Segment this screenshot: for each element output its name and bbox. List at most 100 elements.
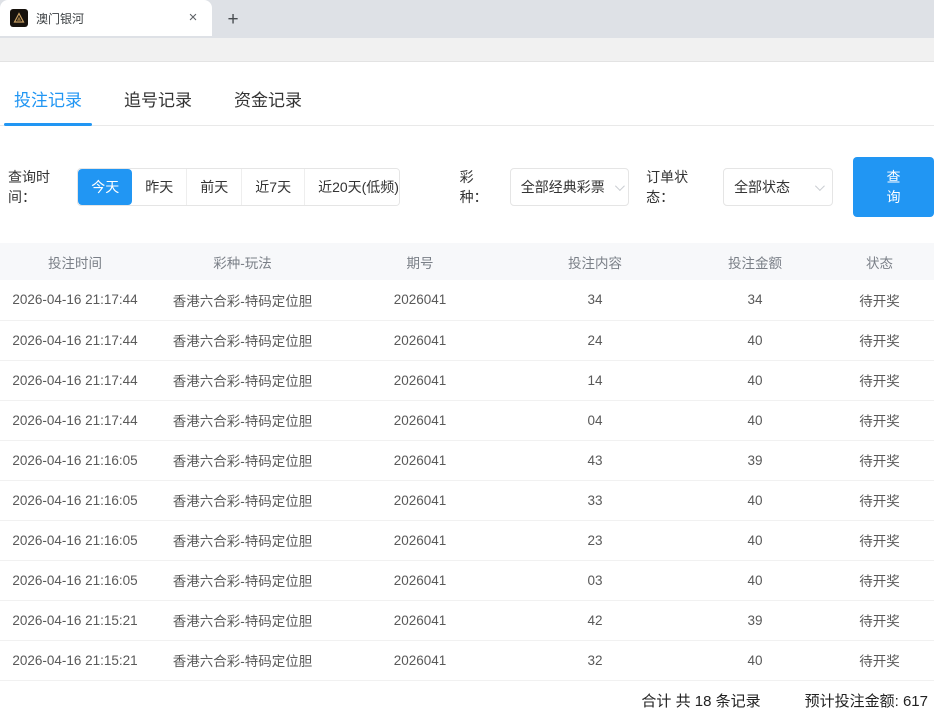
- cell-lottery-play: 香港六合彩-特码定位胆: [150, 640, 335, 680]
- order-status-label: 订单状态：: [646, 167, 713, 207]
- cell-lottery-play: 香港六合彩-特码定位胆: [150, 400, 335, 440]
- cell-bet-amount: 40: [685, 360, 825, 400]
- cell-status: 待开奖: [825, 360, 934, 400]
- cell-bet-content: 24: [505, 320, 685, 360]
- cell-bet-content: 43: [505, 440, 685, 480]
- cell-bet-time: 2026-04-16 21:17:44: [0, 280, 150, 320]
- bet-records-table: 投注时间 彩种-玩法 期号 投注内容 投注金额 状态 2026-04-16 21…: [0, 243, 934, 681]
- chevron-down-icon: [815, 181, 825, 191]
- cell-bet-content: 03: [505, 560, 685, 600]
- estimated-amount-text: 预计投注金额: 617: [805, 690, 928, 711]
- time-option-today[interactable]: 今天: [78, 169, 132, 205]
- header-bet-time: 投注时间: [0, 243, 150, 280]
- cell-issue-no: 2026041: [335, 400, 505, 440]
- browser-tab[interactable]: 澳门银河 ×: [0, 0, 212, 36]
- order-status-value: 全部状态: [734, 177, 790, 197]
- cell-status: 待开奖: [825, 560, 934, 600]
- cell-status: 待开奖: [825, 440, 934, 480]
- cell-status: 待开奖: [825, 480, 934, 520]
- lottery-type-select[interactable]: 全部经典彩票: [510, 168, 629, 206]
- cell-status: 待开奖: [825, 600, 934, 640]
- cell-bet-content: 04: [505, 400, 685, 440]
- cell-bet-amount: 34: [685, 280, 825, 320]
- cell-issue-no: 2026041: [335, 640, 505, 680]
- browser-toolbar: [0, 38, 934, 62]
- table-header-row: 投注时间 彩种-玩法 期号 投注内容 投注金额 状态: [0, 243, 934, 280]
- query-time-label: 查询时间：: [8, 167, 75, 207]
- header-bet-content: 投注内容: [505, 243, 685, 280]
- time-option-yesterday[interactable]: 昨天: [132, 169, 186, 205]
- cell-bet-content: 33: [505, 480, 685, 520]
- order-status-select[interactable]: 全部状态: [723, 168, 833, 206]
- cell-bet-amount: 39: [685, 440, 825, 480]
- cell-bet-time: 2026-04-16 21:15:21: [0, 640, 150, 680]
- tab-fund-records[interactable]: 资金记录: [230, 80, 306, 125]
- cell-bet-content: 23: [505, 520, 685, 560]
- summary-bar: 合计 共 18 条记录 预计投注金额: 617: [0, 681, 934, 711]
- new-tab-icon[interactable]: +: [220, 7, 246, 33]
- cell-bet-time: 2026-04-16 21:16:05: [0, 480, 150, 520]
- cell-lottery-play: 香港六合彩-特码定位胆: [150, 360, 335, 400]
- cell-bet-amount: 40: [685, 520, 825, 560]
- cell-bet-time: 2026-04-16 21:17:44: [0, 400, 150, 440]
- table-row: 2026-04-16 21:17:44 香港六合彩-特码定位胆 2026041 …: [0, 320, 934, 360]
- header-status: 状态: [825, 243, 934, 280]
- cell-bet-time: 2026-04-16 21:16:05: [0, 560, 150, 600]
- cell-bet-content: 14: [505, 360, 685, 400]
- header-issue-no: 期号: [335, 243, 505, 280]
- lottery-type-value: 全部经典彩票: [521, 177, 605, 197]
- cell-status: 待开奖: [825, 520, 934, 560]
- cell-bet-time: 2026-04-16 21:17:44: [0, 360, 150, 400]
- cell-bet-content: 42: [505, 600, 685, 640]
- cell-bet-amount: 39: [685, 600, 825, 640]
- cell-issue-no: 2026041: [335, 320, 505, 360]
- query-button[interactable]: 查询: [853, 157, 934, 217]
- table-row: 2026-04-16 21:16:05 香港六合彩-特码定位胆 2026041 …: [0, 440, 934, 480]
- table-row: 2026-04-16 21:17:44 香港六合彩-特码定位胆 2026041 …: [0, 400, 934, 440]
- cell-bet-amount: 40: [685, 480, 825, 520]
- tab-bet-records[interactable]: 投注记录: [10, 80, 86, 125]
- table-row: 2026-04-16 21:17:44 香港六合彩-特码定位胆 2026041 …: [0, 280, 934, 320]
- cell-lottery-play: 香港六合彩-特码定位胆: [150, 600, 335, 640]
- tab-title: 澳门银河: [36, 10, 184, 27]
- total-records-text: 合计 共 18 条记录: [641, 690, 760, 711]
- cell-issue-no: 2026041: [335, 600, 505, 640]
- tab-chase-records[interactable]: 追号记录: [120, 80, 196, 125]
- cell-lottery-play: 香港六合彩-特码定位胆: [150, 320, 335, 360]
- browser-tab-bar: 澳门银河 × +: [0, 0, 934, 38]
- cell-issue-no: 2026041: [335, 440, 505, 480]
- cell-issue-no: 2026041: [335, 280, 505, 320]
- cell-lottery-play: 香港六合彩-特码定位胆: [150, 440, 335, 480]
- cell-lottery-play: 香港六合彩-特码定位胆: [150, 560, 335, 600]
- cell-issue-no: 2026041: [335, 360, 505, 400]
- header-lottery-play: 彩种-玩法: [150, 243, 335, 280]
- cell-status: 待开奖: [825, 400, 934, 440]
- table-row: 2026-04-16 21:15:21 香港六合彩-特码定位胆 2026041 …: [0, 600, 934, 640]
- time-range-group: 今天 昨天 前天 近7天 近20天(低频): [77, 168, 400, 206]
- galaxy-favicon-icon: [10, 9, 28, 27]
- cell-bet-amount: 40: [685, 320, 825, 360]
- cell-issue-no: 2026041: [335, 520, 505, 560]
- cell-lottery-play: 香港六合彩-特码定位胆: [150, 480, 335, 520]
- cell-status: 待开奖: [825, 320, 934, 360]
- cell-bet-time: 2026-04-16 21:16:05: [0, 440, 150, 480]
- time-option-7days[interactable]: 近7天: [241, 169, 304, 205]
- header-bet-amount: 投注金额: [685, 243, 825, 280]
- table-row: 2026-04-16 21:15:21 香港六合彩-特码定位胆 2026041 …: [0, 640, 934, 680]
- cell-bet-time: 2026-04-16 21:15:21: [0, 600, 150, 640]
- cell-issue-no: 2026041: [335, 480, 505, 520]
- close-icon[interactable]: ×: [184, 9, 202, 27]
- table-row: 2026-04-16 21:16:05 香港六合彩-特码定位胆 2026041 …: [0, 560, 934, 600]
- page-tabs: 投注记录 追号记录 资金记录: [0, 62, 934, 126]
- time-option-day-before[interactable]: 前天: [186, 169, 241, 205]
- cell-bet-time: 2026-04-16 21:16:05: [0, 520, 150, 560]
- cell-bet-content: 34: [505, 280, 685, 320]
- cell-bet-amount: 40: [685, 640, 825, 680]
- cell-lottery-play: 香港六合彩-特码定位胆: [150, 520, 335, 560]
- cell-lottery-play: 香港六合彩-特码定位胆: [150, 280, 335, 320]
- lottery-type-label: 彩种：: [460, 167, 500, 207]
- filter-bar: 查询时间： 今天 昨天 前天 近7天 近20天(低频) 彩种： 全部经典彩票 订…: [8, 157, 934, 217]
- chevron-down-icon: [615, 181, 625, 191]
- time-option-20days[interactable]: 近20天(低频): [304, 169, 400, 205]
- cell-bet-time: 2026-04-16 21:17:44: [0, 320, 150, 360]
